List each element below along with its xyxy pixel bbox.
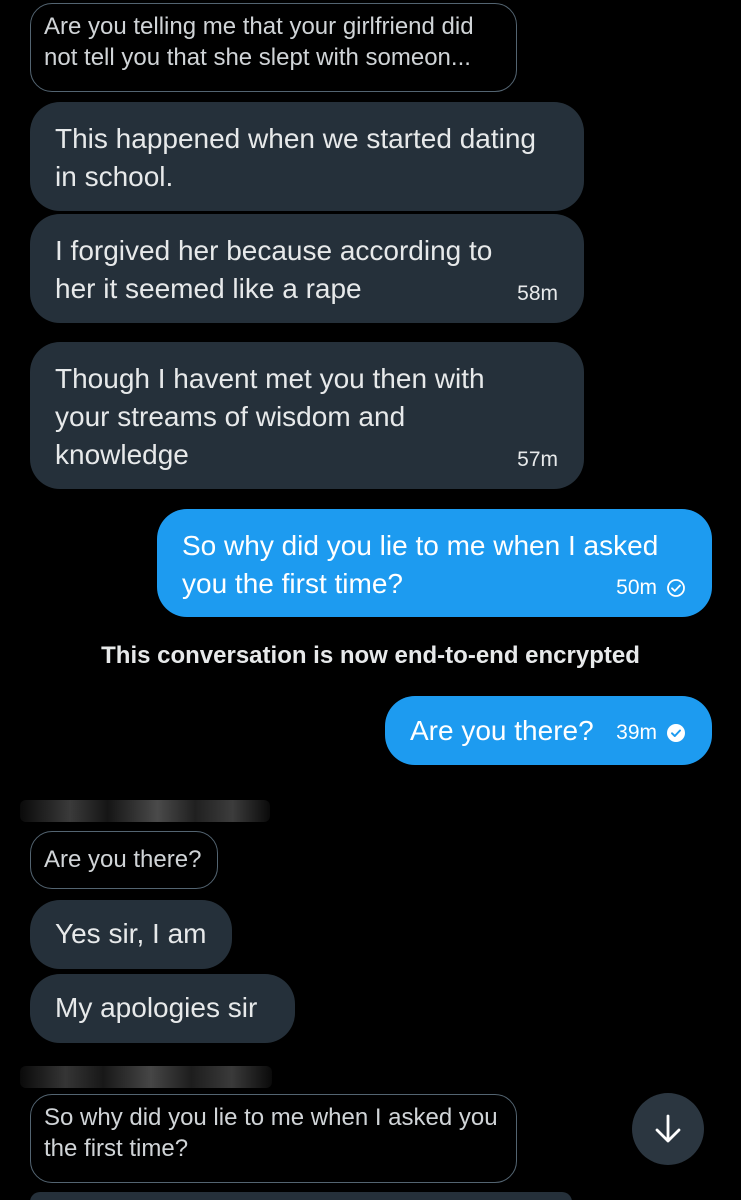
message-time: 57m [517,448,558,471]
redacted-sender-name [20,800,270,822]
incoming-message[interactable]: Yes sir, I am [30,900,232,969]
incoming-message-partial[interactable] [30,1192,572,1200]
incoming-message[interactable]: My apologies sir [30,974,295,1043]
message-time: 50m [616,576,657,599]
message-text: So why did you lie to me when I asked yo… [182,530,659,599]
quoted-message-text: Are you telling me that your girlfriend … [44,13,474,71]
incoming-message[interactable]: I forgived her because according to her … [30,214,584,323]
message-time-status: 50m [616,576,686,600]
quoted-message[interactable]: So why did you lie to me when I asked yo… [30,1094,517,1183]
outgoing-message[interactable]: Are you there? 39m [385,696,712,765]
message-text: This happened when we started dating in … [55,123,536,192]
sent-check-icon [667,579,685,597]
message-time: 39m [616,721,657,744]
message-time: 58m [517,282,558,305]
read-check-icon [667,724,685,742]
message-text: Though I havent met you then with your s… [55,363,485,470]
redacted-sender-name [20,1066,272,1088]
incoming-message[interactable]: Though I havent met you then with your s… [30,342,584,489]
message-text: Yes sir, I am [55,918,207,949]
message-time-status: 39m [616,721,686,745]
encryption-notice: This conversation is now end-to-end encr… [101,642,640,669]
arrow-down-icon [655,1114,681,1143]
quoted-message[interactable]: Are you there? [30,831,218,889]
quoted-message-text: So why did you lie to me when I asked yo… [44,1104,498,1162]
quoted-message[interactable]: Are you telling me that your girlfriend … [30,3,517,92]
incoming-message[interactable]: This happened when we started dating in … [30,102,584,211]
dm-conversation: Are you telling me that your girlfriend … [0,0,741,1200]
outgoing-message[interactable]: So why did you lie to me when I asked yo… [157,509,712,617]
scroll-to-bottom-button[interactable] [632,1093,704,1165]
message-text: My apologies sir [55,992,258,1023]
message-text: Are you there? [410,715,594,746]
message-text: I forgived her because according to her … [55,235,493,304]
quoted-message-text: Are you there? [44,846,202,873]
